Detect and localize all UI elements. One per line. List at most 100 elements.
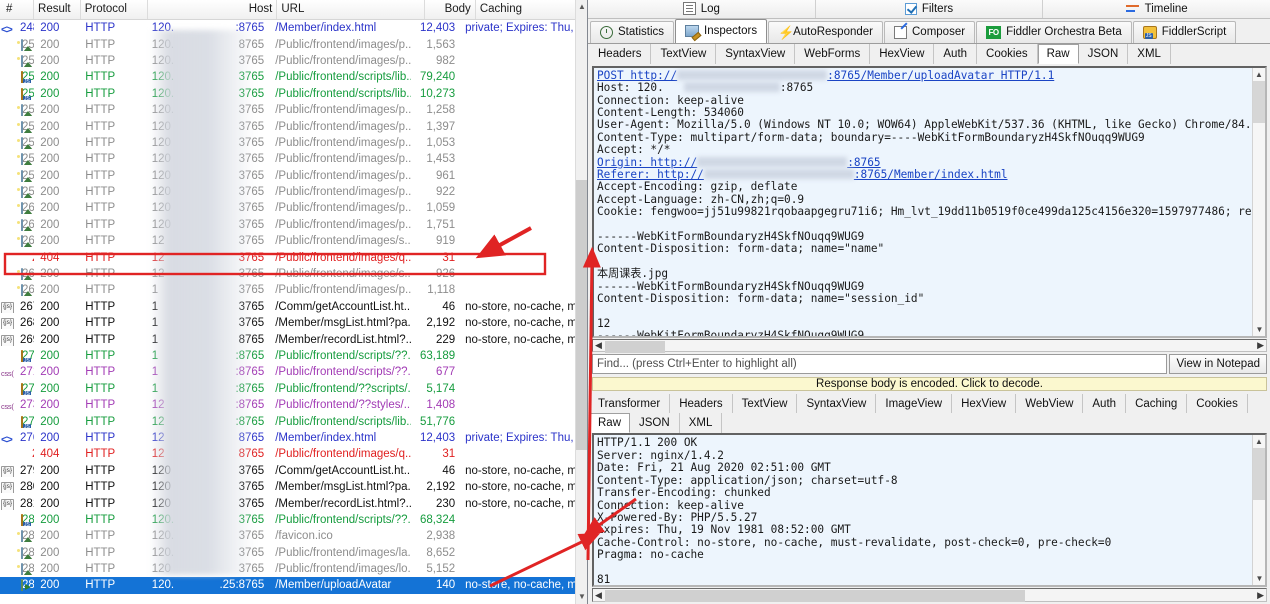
- response-tab-json[interactable]: JSON: [630, 413, 680, 433]
- request-tab-raw[interactable]: Raw: [1038, 44, 1079, 64]
- scroll-up-icon[interactable]: ▲: [576, 0, 588, 14]
- table-row[interactable]: 252200HTTP120.3765/Public/frontend/scrip…: [0, 69, 575, 85]
- column-header-host[interactable]: Host: [148, 0, 278, 19]
- response-horizontal-scrollbar[interactable]: ◀ ▶: [592, 588, 1267, 602]
- request-scroll-down-icon[interactable]: ▼: [1253, 323, 1266, 336]
- tab-log[interactable]: Log: [588, 0, 816, 18]
- response-tab-webview[interactable]: WebView: [1016, 394, 1083, 413]
- table-row[interactable]: 265200HTTP123765/Public/frontend/images/…: [0, 266, 575, 282]
- table-row[interactable]: 264404HTTP123765/Public/frontend/images/…: [0, 249, 575, 265]
- column-header-url[interactable]: URL: [277, 0, 425, 19]
- response-tab-xml[interactable]: XML: [680, 413, 723, 433]
- request-tab-xml[interactable]: XML: [1128, 44, 1171, 64]
- resp-hscroll-left-icon[interactable]: ◀: [595, 590, 602, 601]
- table-row[interactable]: {js}279200HTTP1203765/Comm/getAccountLis…: [0, 463, 575, 479]
- checkbox-icon[interactable]: [905, 3, 917, 15]
- tab-fiddler-orchestra-beta[interactable]: FOFiddler Orchestra Beta: [976, 21, 1132, 43]
- table-row[interactable]: 261200HTTP1203765/Public/frontend/images…: [0, 217, 575, 233]
- request-tab-textview[interactable]: TextView: [651, 44, 716, 64]
- table-row[interactable]: 259200HTTP1203765/Public/frontend/images…: [0, 184, 575, 200]
- column-header-number[interactable]: #: [0, 0, 34, 19]
- table-row[interactable]: {js}268200HTTP13765/Member/msgList.html?…: [0, 315, 575, 331]
- table-row[interactable]: 254200HTTP120.3765/Public/frontend/image…: [0, 102, 575, 118]
- response-tab-textview[interactable]: TextView: [733, 394, 798, 413]
- response-tab-hexview[interactable]: HexView: [952, 394, 1016, 413]
- table-row[interactable]: 288200HTTP120..25:8765/Member/uploadAvat…: [0, 577, 575, 593]
- response-raw-viewer[interactable]: HTTP/1.1 200 OK Server: nginx/1.4.2 Date…: [592, 433, 1267, 587]
- table-row[interactable]: 272200HTTP1:8765/Public/frontend/??scrip…: [0, 381, 575, 397]
- column-header-caching[interactable]: Caching: [476, 0, 587, 19]
- table-row[interactable]: 287200HTTP1203765/Public/frontend/images…: [0, 561, 575, 577]
- hscroll-thumb[interactable]: [605, 341, 665, 353]
- table-row[interactable]: 258200HTTP1203765/Public/frontend/images…: [0, 168, 575, 184]
- response-tab-caching[interactable]: Caching: [1126, 394, 1187, 413]
- response-tab-headers[interactable]: Headers: [670, 394, 732, 413]
- tab-inspectors[interactable]: Inspectors: [675, 19, 767, 43]
- table-row[interactable]: 284200HTTP120.3765/favicon.ico2,938: [0, 528, 575, 544]
- decode-banner[interactable]: Response body is encoded. Click to decod…: [592, 377, 1267, 391]
- table-row[interactable]: 266200HTTP13765/Public/frontend/images/p…: [0, 282, 575, 298]
- request-tab-webforms[interactable]: WebForms: [795, 44, 870, 64]
- table-row[interactable]: 285200HTTP120.3765/Public/frontend/image…: [0, 545, 575, 561]
- session-list-scrollbar[interactable]: ▲ ▼: [575, 0, 587, 604]
- table-row[interactable]: 263200HTTP123765/Public/frontend/images/…: [0, 233, 575, 249]
- table-row[interactable]: 251200HTTP120.3765/Public/frontend/image…: [0, 53, 575, 69]
- scroll-down-icon[interactable]: ▼: [576, 590, 588, 604]
- hscroll-left-icon[interactable]: ◀: [595, 340, 602, 351]
- response-tab-cookies[interactable]: Cookies: [1187, 394, 1248, 413]
- scrollbar-thumb[interactable]: [576, 180, 588, 450]
- find-input[interactable]: Find... (press Ctrl+Enter to highlight a…: [592, 354, 1167, 374]
- table-row[interactable]: 260200HTTP1203765/Public/frontend/images…: [0, 200, 575, 216]
- tab-statistics[interactable]: Statistics: [590, 21, 674, 43]
- table-row[interactable]: 250200HTTP120.8765/Public/frontend/image…: [0, 36, 575, 52]
- request-tab-hexview[interactable]: HexView: [870, 44, 934, 64]
- table-row[interactable]: 275200HTTP12:8765/Public/frontend/script…: [0, 413, 575, 429]
- response-tab-transformer[interactable]: Transformer: [589, 394, 670, 413]
- resp-hscroll-right-icon[interactable]: ▶: [1257, 590, 1264, 601]
- request-scroll-up-icon[interactable]: ▲: [1253, 68, 1265, 81]
- resp-hscroll-thumb[interactable]: [605, 590, 1025, 602]
- table-row[interactable]: css(271200HTTP1:8765/Public/frontend/scr…: [0, 364, 575, 380]
- request-raw-viewer[interactable]: POST http://:8765/Member/uploadAvatar HT…: [592, 66, 1267, 338]
- tab-autoresponder[interactable]: AutoResponder: [768, 21, 883, 43]
- table-row[interactable]: 278404HTTP128765/Public/frontend/images/…: [0, 446, 575, 462]
- tab-composer[interactable]: Composer: [884, 21, 975, 43]
- request-tab-syntaxview[interactable]: SyntaxView: [716, 44, 795, 64]
- request-tab-cookies[interactable]: Cookies: [977, 44, 1038, 64]
- tab-timeline[interactable]: Timeline: [1043, 0, 1270, 18]
- table-row[interactable]: {js}269200HTTP18765/Member/recordList.ht…: [0, 331, 575, 347]
- request-horizontal-scrollbar[interactable]: ◀ ▶: [592, 339, 1267, 353]
- column-header-result[interactable]: Result: [34, 0, 81, 19]
- response-tab-imageview[interactable]: ImageView: [876, 394, 952, 413]
- tab-filters[interactable]: Filters: [816, 0, 1044, 18]
- response-scroll-down-icon[interactable]: ▼: [1253, 572, 1266, 585]
- view-in-notepad-button[interactable]: View in Notepad: [1169, 354, 1267, 374]
- table-row[interactable]: 270200HTTP1:8765/Public/frontend/scripts…: [0, 348, 575, 364]
- table-row[interactable]: {js}267200HTTP13765/Comm/getAccountList.…: [0, 299, 575, 315]
- response-tab-auth[interactable]: Auth: [1083, 394, 1126, 413]
- request-scrollbar[interactable]: ▲ ▼: [1252, 68, 1265, 336]
- tab-fiddlerscript[interactable]: FiddlerScript: [1133, 21, 1237, 43]
- table-row[interactable]: <>248200HTTP120.:8765/Member/index.html1…: [0, 20, 575, 36]
- table-row[interactable]: 253200HTTP120.3765/Public/frontend/scrip…: [0, 86, 575, 102]
- response-tab-raw[interactable]: Raw: [589, 413, 630, 433]
- response-tab-syntaxview[interactable]: SyntaxView: [797, 394, 876, 413]
- response-scrollbar-thumb[interactable]: [1253, 448, 1266, 500]
- table-row[interactable]: {js}281200HTTP1203765/Member/recordList.…: [0, 495, 575, 511]
- table-row[interactable]: {js}280200HTTP1203765/Member/msgList.htm…: [0, 479, 575, 495]
- table-row[interactable]: 282200HTTP120.3765/Public/frontend/scrip…: [0, 512, 575, 528]
- request-tab-auth[interactable]: Auth: [934, 44, 977, 64]
- table-row[interactable]: 256200HTTP1203765/Public/frontend/images…: [0, 135, 575, 151]
- response-scrollbar[interactable]: ▲ ▼: [1252, 435, 1265, 585]
- table-row[interactable]: css(273200HTTP12:8765/Public/frontend/??…: [0, 397, 575, 413]
- column-header-protocol[interactable]: Protocol: [81, 0, 148, 19]
- response-scroll-up-icon[interactable]: ▲: [1253, 435, 1265, 448]
- request-scrollbar-thumb[interactable]: [1253, 81, 1266, 123]
- request-tab-json[interactable]: JSON: [1079, 44, 1129, 64]
- table-row[interactable]: 255200HTTP1203765/Public/frontend/images…: [0, 118, 575, 134]
- table-row[interactable]: 257200HTTP1203765/Public/frontend/images…: [0, 151, 575, 167]
- column-header-body[interactable]: Body: [425, 0, 475, 19]
- request-tab-headers[interactable]: Headers: [589, 44, 651, 64]
- hscroll-right-icon[interactable]: ▶: [1257, 340, 1264, 351]
- table-row[interactable]: <>276200HTTP128765/Member/index.html12,4…: [0, 430, 575, 446]
